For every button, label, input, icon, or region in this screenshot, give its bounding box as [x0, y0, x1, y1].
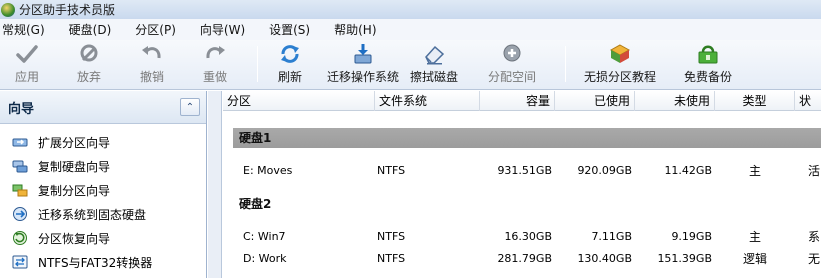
- cell-type: 逻辑: [742, 252, 767, 266]
- cell-capacity: 16.30GB: [504, 230, 552, 243]
- cell-status: 无: [808, 252, 821, 266]
- discard-icon: [80, 44, 98, 62]
- toolbar-separator: [565, 46, 566, 82]
- toolbar-separator: [257, 46, 258, 82]
- column-header-type[interactable]: 类型: [715, 91, 795, 111]
- cell-filesystem: NTFS: [377, 230, 406, 243]
- wizard-label: 分区恢复向导: [38, 231, 111, 246]
- cell-status: 活: [808, 164, 821, 178]
- wizard-label: 迁移系统到固态硬盘: [38, 207, 147, 222]
- wizard-ntfs-fat32[interactable]: NTFS与FAT32转换器: [0, 250, 206, 274]
- checkmark-icon: [16, 45, 38, 63]
- cell-free: 151.39GB: [657, 252, 712, 265]
- cell-capacity: 281.79GB: [497, 252, 552, 265]
- wizard-copy-partition[interactable]: 复制分区向导: [0, 178, 206, 202]
- cell-filesystem: NTFS: [377, 164, 406, 177]
- menu-disk[interactable]: 硬盘(D): [67, 21, 114, 38]
- cell-type: 主: [748, 230, 761, 244]
- table-header: 分区 文件系统 容量 已使用 未使用 类型 状: [223, 91, 821, 111]
- toolbar: 应用 放弃 撤销 重做 刷新 迁移操作系统 擦拭磁盘 分配空间 无损分区教程 免…: [0, 40, 821, 90]
- tutorial-icon: [609, 44, 631, 63]
- undo-icon: [142, 46, 161, 59]
- apply-button[interactable]: 应用: [10, 42, 44, 86]
- allocate-space-button[interactable]: 分配空间: [484, 42, 540, 86]
- wizard-extend-partition[interactable]: 扩展分区向导: [0, 130, 206, 154]
- migrate-os-button[interactable]: 迁移操作系统: [320, 42, 406, 86]
- redo-button[interactable]: 重做: [198, 42, 232, 86]
- wizard-sidebar: 向导 ⌃ 扩展分区向导 复制硬盘向导 复制分区向导 迁移系统到固态硬盘 分区恢复…: [0, 91, 207, 278]
- panel-splitter[interactable]: [208, 91, 222, 278]
- column-header-free[interactable]: 未使用: [635, 91, 715, 111]
- table-row[interactable]: C: Win7 NTFS 16.30GB 7.11GB 9.19GB 主 系: [223, 226, 821, 248]
- wizard-label: 复制硬盘向导: [38, 159, 111, 174]
- wizard-label: 扩展分区向导: [38, 135, 111, 150]
- discard-button[interactable]: 放弃: [72, 42, 106, 86]
- wizard-list: 扩展分区向导 复制硬盘向导 复制分区向导 迁移系统到固态硬盘 分区恢复向导 NT…: [0, 124, 206, 274]
- disk-group-header[interactable]: 硬盘1: [233, 128, 821, 148]
- sidebar-title: 向导: [8, 101, 35, 117]
- menu-help[interactable]: 帮助(H): [332, 21, 378, 38]
- cell-status: 系: [808, 230, 821, 244]
- migrate-os-icon: [354, 44, 372, 64]
- copy-partition-icon: [12, 184, 28, 197]
- copy-disk-icon: [12, 160, 28, 173]
- title-bar: 分区助手技术员版: [0, 0, 821, 19]
- refresh-icon: [281, 45, 299, 63]
- menu-bar: 常规(G) 硬盘(D) 分区(P) 向导(W) 设置(S) 帮助(H): [0, 19, 821, 40]
- cell-capacity: 931.51GB: [497, 164, 552, 177]
- wizard-copy-disk[interactable]: 复制硬盘向导: [0, 154, 206, 178]
- table-row[interactable]: E: Moves NTFS 931.51GB 920.09GB 11.42GB …: [223, 160, 821, 182]
- wizard-label: 复制分区向导: [38, 183, 111, 198]
- menu-general[interactable]: 常规(G): [0, 21, 47, 38]
- cell-type: 主: [748, 164, 761, 178]
- free-backup-button[interactable]: 免费备份: [680, 42, 736, 86]
- menu-partition[interactable]: 分区(P): [133, 21, 178, 38]
- extend-partition-icon: [12, 138, 28, 147]
- backup-icon: [698, 45, 718, 64]
- disk-group-header[interactable]: 硬盘2: [233, 194, 821, 214]
- table-row[interactable]: D: Work NTFS 281.79GB 130.40GB 151.39GB …: [223, 248, 821, 270]
- partition-recovery-icon: [13, 231, 27, 245]
- window-title: 分区助手技术员版: [19, 3, 116, 17]
- partition-table: 分区 文件系统 容量 已使用 未使用 类型 状 硬盘1 E: Moves NTF…: [223, 91, 821, 278]
- column-header-partition[interactable]: 分区: [223, 91, 375, 111]
- cell-used: 7.11GB: [591, 230, 632, 243]
- ntfs-fat32-converter-icon: [12, 255, 28, 269]
- app-logo-icon: [1, 2, 15, 17]
- eraser-icon: [425, 45, 445, 65]
- refresh-button[interactable]: 刷新: [273, 42, 307, 86]
- undo-button[interactable]: 撤销: [135, 42, 169, 86]
- wizard-label: NTFS与FAT32转换器: [38, 255, 153, 270]
- column-header-capacity[interactable]: 容量: [480, 91, 555, 111]
- column-header-used[interactable]: 已使用: [555, 91, 635, 111]
- collapse-button[interactable]: ⌃: [180, 98, 200, 116]
- menu-wizard[interactable]: 向导(W): [198, 21, 247, 38]
- cell-free: 9.19GB: [671, 230, 712, 243]
- cell-used: 920.09GB: [577, 164, 632, 177]
- cell-partition: C: Win7: [243, 230, 286, 243]
- cell-filesystem: NTFS: [377, 252, 406, 265]
- cell-used: 130.40GB: [577, 252, 632, 265]
- cell-partition: D: Work: [243, 252, 287, 265]
- column-header-status[interactable]: 状: [795, 91, 821, 111]
- migrate-ssd-icon: [13, 207, 27, 221]
- lossless-tutorial-button[interactable]: 无损分区教程: [582, 42, 658, 86]
- wipe-disk-button[interactable]: 擦拭磁盘: [406, 42, 462, 86]
- sidebar-header: 向导 ⌃: [0, 91, 206, 124]
- wizard-migrate-ssd[interactable]: 迁移系统到固态硬盘: [0, 202, 206, 226]
- column-header-filesystem[interactable]: 文件系统: [375, 91, 480, 111]
- menu-settings[interactable]: 设置(S): [267, 21, 312, 38]
- redo-icon: [206, 46, 225, 59]
- cell-partition: E: Moves: [243, 164, 293, 177]
- wizard-partition-recovery[interactable]: 分区恢复向导: [0, 226, 206, 250]
- allocate-space-icon: [503, 44, 521, 62]
- cell-free: 11.42GB: [664, 164, 712, 177]
- chevron-up-icon: ⌃: [185, 101, 195, 113]
